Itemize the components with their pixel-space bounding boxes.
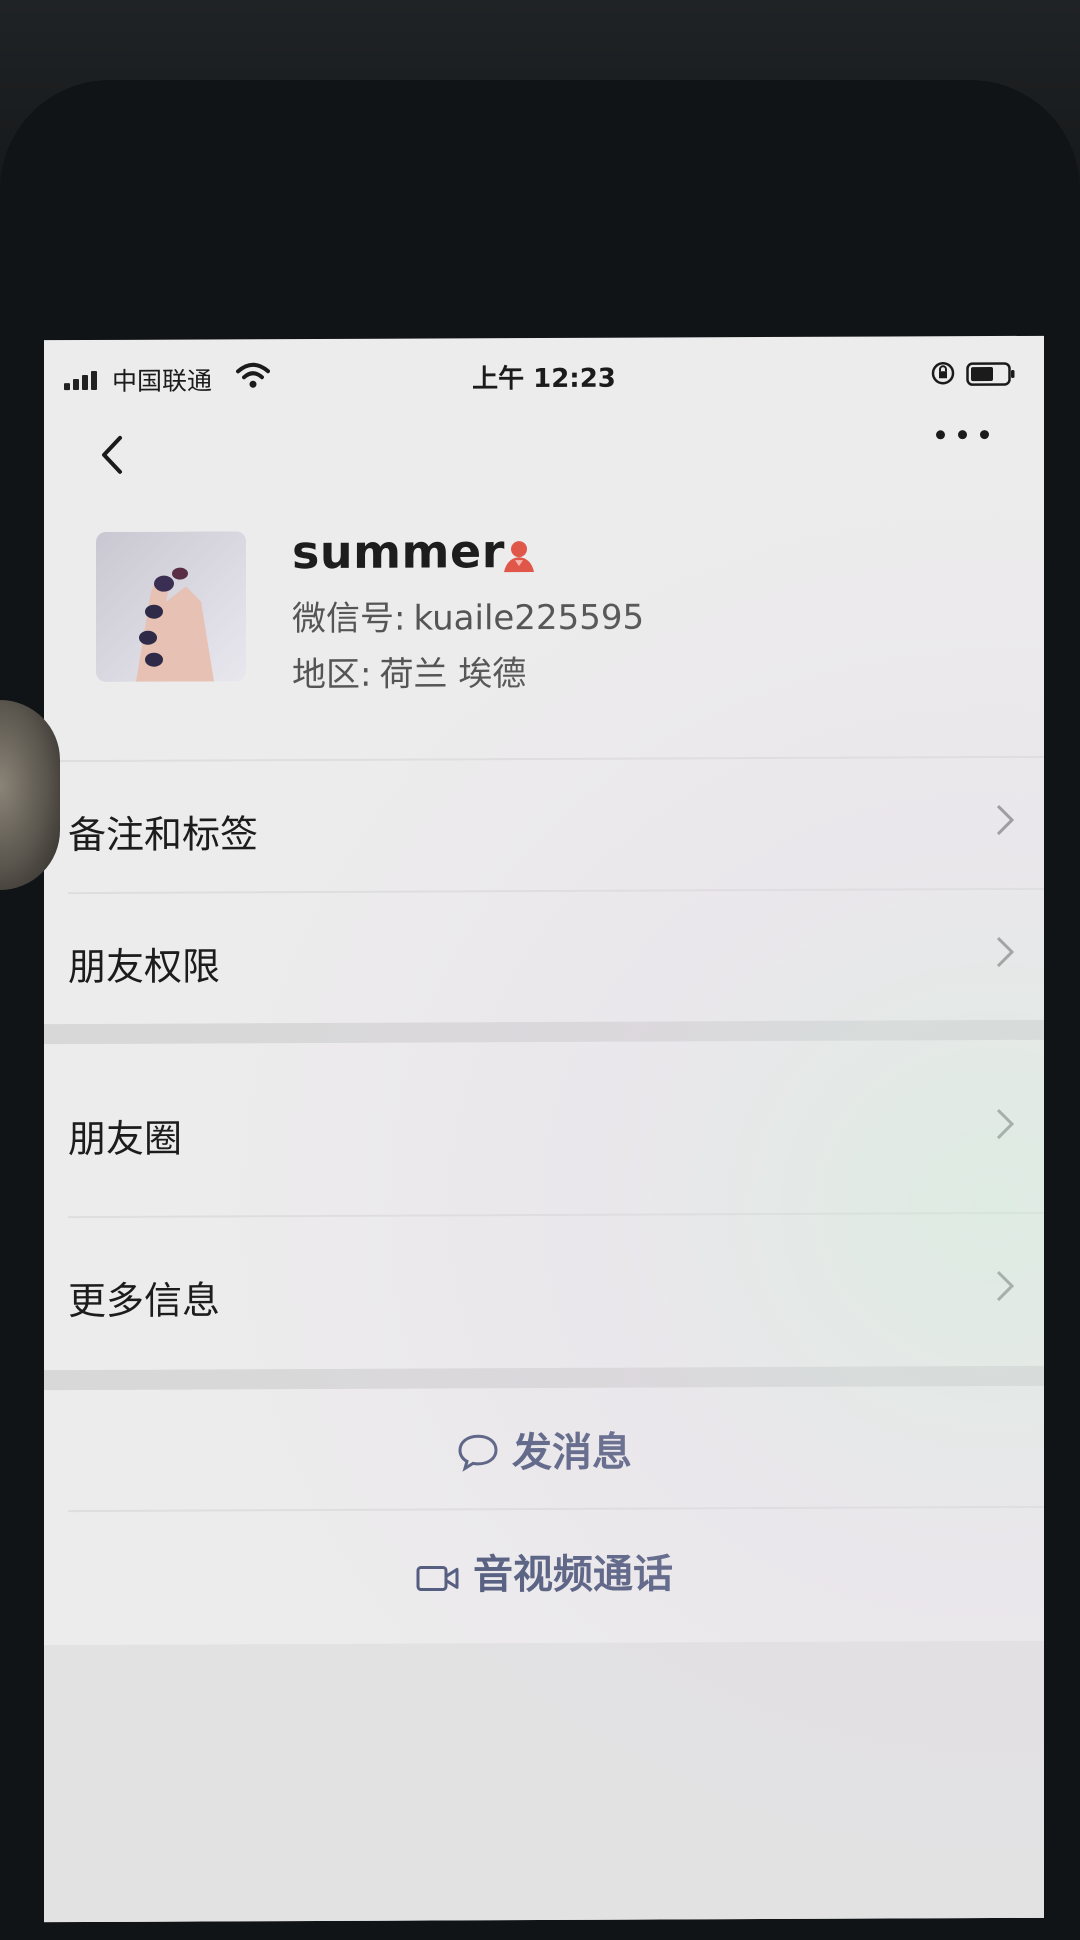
video-call-label: 音视频通话 xyxy=(473,1551,673,1599)
wechat-id-value: kuaile225595 xyxy=(413,597,645,639)
empty-area xyxy=(44,1640,1044,1923)
battery-icon xyxy=(966,362,1015,386)
nickname: summer xyxy=(292,524,505,580)
video-camera-icon xyxy=(416,1565,459,1592)
status-bar: 中国联通 上午 12:23 xyxy=(44,336,1044,404)
wechat-id-label: 微信号: xyxy=(292,598,406,640)
chat-bubble-icon xyxy=(458,1434,498,1472)
list-item-label: 朋友圈 xyxy=(68,1116,183,1162)
region-label: 地区: xyxy=(292,654,372,696)
list-item-remarks-tags[interactable]: 备注和标签 xyxy=(44,758,1044,892)
more-options-button[interactable] xyxy=(924,414,1004,454)
list-item-moments[interactable]: 朋友圈 xyxy=(44,1052,1044,1196)
send-message-button[interactable]: 发消息 xyxy=(44,1376,1044,1510)
wechat-id-row: 微信号: kuaile225595 xyxy=(292,590,644,641)
list-item-label: 朋友权限 xyxy=(68,944,221,990)
list-item-label: 更多信息 xyxy=(68,1278,221,1324)
female-icon xyxy=(504,541,534,573)
rotation-lock-icon xyxy=(931,362,955,385)
divider xyxy=(68,1211,1044,1219)
video-call-button[interactable]: 音视频通话 xyxy=(44,1508,1044,1642)
section-separator xyxy=(44,1019,1044,1045)
avatar-image xyxy=(96,531,246,682)
region-value: 荷兰 埃德 xyxy=(379,654,527,695)
list-item-friend-permissions[interactable]: 朋友权限 xyxy=(44,890,1044,1024)
region-row: 地区: 荷兰 埃德 xyxy=(292,646,526,696)
list-item-label: 备注和标签 xyxy=(68,812,259,858)
clock: 上午 12:23 xyxy=(472,363,616,395)
chevron-right-icon xyxy=(996,936,1015,968)
finger-occlusion xyxy=(0,700,60,890)
phone-screen: 中国联通 上午 12:23 summer 微信号: kuaile225595 地… xyxy=(44,335,1044,1923)
chevron-right-icon xyxy=(996,1270,1015,1302)
list-item-more-info[interactable]: 更多信息 xyxy=(44,1224,1044,1358)
chevron-right-icon xyxy=(996,804,1015,836)
back-button[interactable] xyxy=(84,420,144,490)
send-message-label: 发消息 xyxy=(512,1429,632,1477)
avatar[interactable] xyxy=(96,531,246,682)
chevron-right-icon xyxy=(996,1108,1015,1140)
